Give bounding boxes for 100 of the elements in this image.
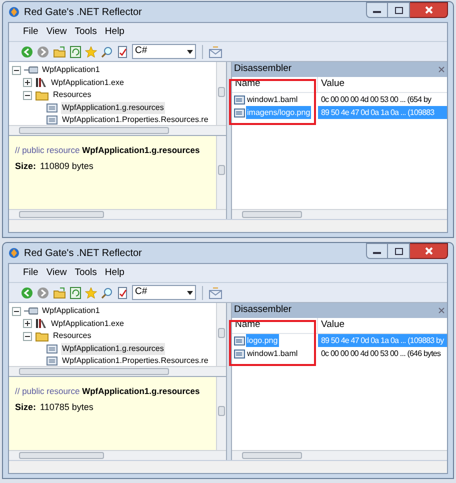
resource-file-icon	[46, 102, 58, 114]
star-icon[interactable]	[85, 286, 97, 298]
language-dropdown[interactable]: C#	[132, 44, 196, 59]
column-header[interactable]: Value	[318, 77, 447, 92]
star-icon[interactable]	[85, 46, 97, 58]
tree-item[interactable]: WpfApplication1.Properties.Resources.re	[61, 355, 210, 366]
vertical-scrollbar[interactable]	[216, 377, 226, 450]
tree-item[interactable]: WpfApplication1	[41, 64, 101, 76]
resource-value: 89 50 4e 47 0d 0a 1a 0a ... (109883 by	[318, 334, 447, 347]
folder-icon	[35, 89, 49, 102]
size-value: 110809 bytes	[40, 160, 94, 173]
close-icon	[424, 6, 432, 14]
size-label: Size:	[15, 160, 36, 173]
envelope-icon[interactable]	[209, 46, 222, 58]
dropdown-caret-icon	[187, 290, 193, 294]
size-label: Size:	[15, 400, 36, 414]
forward-icon[interactable]	[37, 286, 49, 298]
resource-file-icon	[46, 342, 58, 355]
collapse-toggle-icon[interactable]	[23, 90, 32, 100]
books-icon	[35, 76, 47, 89]
menu-item[interactable]: Help	[104, 266, 124, 280]
menu-item[interactable]: Tools	[74, 266, 97, 280]
app-logo-icon	[8, 6, 20, 18]
close-button[interactable]	[410, 243, 448, 259]
column-header[interactable]: Value	[318, 318, 447, 333]
resource-file-icon	[234, 348, 245, 358]
horizontal-scrollbar[interactable]	[9, 125, 226, 135]
horizontal-scrollbar[interactable]	[232, 209, 447, 219]
open-folder-icon[interactable]	[53, 46, 66, 58]
size-value: 110785 bytes	[40, 400, 94, 414]
resource-declaration: // public resource WpfApplication1.g.resources	[15, 385, 200, 398]
menu-item[interactable]: View	[46, 266, 67, 280]
back-icon[interactable]	[21, 46, 33, 58]
refresh-icon[interactable]	[70, 46, 81, 58]
collapse-toggle-icon[interactable]	[12, 306, 21, 316]
maximize-icon	[394, 248, 402, 254]
menu-item[interactable]: File	[23, 24, 38, 40]
search-icon[interactable]	[101, 46, 113, 58]
tree-item[interactable]: WpfApplication1.Properties.Resources.re	[61, 114, 210, 125]
resource-file-icon	[234, 336, 245, 346]
resource-file-icon	[46, 355, 58, 366]
resource-file-icon	[46, 114, 58, 125]
books-icon	[35, 318, 47, 330]
vertical-scrollbar[interactable]	[216, 62, 226, 125]
tree-item[interactable]: WpfApplication1.exe	[50, 76, 125, 89]
tree-item[interactable]: WpfApplication1.g.resources	[61, 102, 165, 114]
close-icon[interactable]	[438, 66, 445, 73]
horizontal-scrollbar[interactable]	[9, 209, 226, 219]
assembly-icon	[24, 305, 38, 318]
checked-document-icon[interactable]	[117, 286, 128, 298]
minimize-button[interactable]	[366, 2, 388, 18]
resource-name[interactable]: window1.baml	[246, 347, 299, 360]
back-icon[interactable]	[21, 286, 33, 298]
expand-toggle-icon[interactable]	[23, 78, 32, 88]
forward-icon[interactable]	[37, 46, 49, 58]
folder-icon	[35, 330, 49, 342]
close-icon	[424, 247, 432, 255]
vertical-scrollbar[interactable]	[216, 136, 226, 209]
vertical-scrollbar[interactable]	[216, 303, 226, 366]
tree-item[interactable]: Resources	[52, 89, 92, 102]
menu-item[interactable]: Help	[104, 24, 124, 40]
tree-item[interactable]: WpfApplication1.g.resources	[61, 342, 165, 355]
menu-item[interactable]: Tools	[74, 24, 97, 40]
dropdown-caret-icon	[187, 50, 193, 54]
panel-title: Disassembler	[234, 62, 292, 76]
resource-declaration: // public resource WpfApplication1.g.resources	[15, 144, 200, 157]
language-dropdown[interactable]: C#	[132, 285, 196, 300]
window-title: Red Gate's .NET Reflector	[24, 246, 142, 260]
resource-file-icon	[234, 108, 245, 118]
envelope-icon[interactable]	[209, 286, 222, 298]
tree-item[interactable]: Resources	[52, 330, 92, 342]
horizontal-scrollbar[interactable]	[9, 450, 226, 460]
menu-item[interactable]: View	[46, 24, 67, 40]
tree-item[interactable]: WpfApplication1.exe	[50, 318, 125, 330]
maximize-button[interactable]	[388, 2, 410, 18]
resource-value: 89 50 4e 47 0d 0a 1a 0a ... (109883	[318, 106, 447, 119]
close-button[interactable]	[410, 2, 448, 18]
horizontal-scrollbar[interactable]	[9, 366, 226, 376]
resource-value: 0c 00 00 00 4d 00 53 00 ... (646 bytes	[320, 348, 442, 360]
assembly-icon	[24, 64, 38, 76]
close-icon[interactable]	[438, 307, 445, 314]
search-icon[interactable]	[101, 286, 113, 298]
app-logo-icon	[8, 247, 20, 259]
resource-value: 0c 00 00 00 4d 00 53 00 ... (654 by	[320, 94, 432, 106]
maximize-icon	[394, 6, 402, 14]
menu-item[interactable]: File	[23, 266, 38, 280]
resource-file-icon	[234, 94, 245, 104]
collapse-toggle-icon[interactable]	[23, 332, 32, 341]
open-folder-icon[interactable]	[53, 286, 66, 298]
panel-title: Disassembler	[234, 303, 292, 318]
horizontal-scrollbar[interactable]	[232, 450, 447, 460]
minimize-button[interactable]	[366, 243, 388, 259]
tree-item[interactable]: WpfApplication1	[41, 305, 101, 318]
resource-name[interactable]: window1.baml	[246, 93, 299, 106]
collapse-toggle-icon[interactable]	[12, 66, 21, 75]
refresh-icon[interactable]	[70, 286, 81, 298]
maximize-button[interactable]	[388, 243, 410, 259]
checked-document-icon[interactable]	[117, 46, 128, 58]
window-title: Red Gate's .NET Reflector	[24, 6, 142, 20]
expand-toggle-icon[interactable]	[23, 319, 32, 328]
